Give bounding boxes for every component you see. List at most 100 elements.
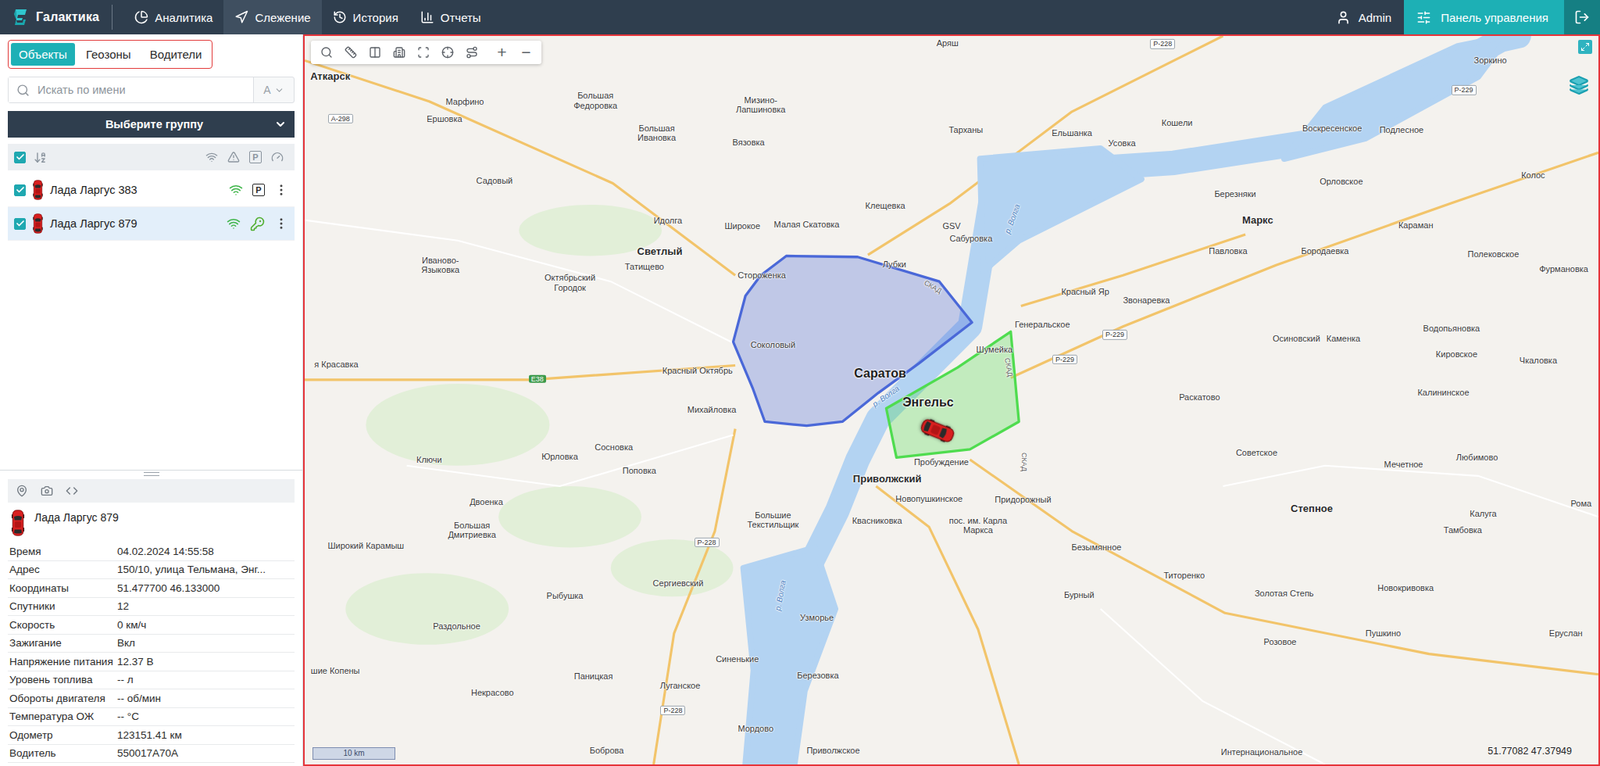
object-checkbox[interactable] xyxy=(14,184,26,197)
nav-item[interactable]: Слежение xyxy=(223,0,322,35)
map-label: Двоенка xyxy=(469,496,504,507)
info-label: Спутники xyxy=(7,600,118,612)
map-label: Идолга xyxy=(653,214,683,225)
map-label: Большие Текстильщик xyxy=(741,510,804,529)
map-label: Клещевка xyxy=(865,200,906,211)
control-panel-button[interactable]: Панель управления xyxy=(1403,0,1565,35)
signal-icon xyxy=(226,216,241,231)
object-status xyxy=(226,216,289,232)
map-label: Ершовка xyxy=(426,114,462,125)
map-label: Паницкая xyxy=(574,671,614,682)
info-value: -- °С xyxy=(117,710,295,722)
sidebar-tab[interactable]: Объекты xyxy=(10,42,75,66)
map-label: Р-228 xyxy=(660,704,686,715)
sort-select[interactable]: А xyxy=(253,77,294,103)
panel-splitter[interactable] xyxy=(0,469,303,479)
fullscreen-icon xyxy=(1580,42,1590,52)
map-label: Золотая Степь xyxy=(1254,588,1315,599)
info-value: 51.477700 46.133000 xyxy=(117,582,295,594)
object-row[interactable]: Лада Ларгус 383P xyxy=(7,173,295,208)
check-icon xyxy=(15,185,25,195)
code-icon[interactable] xyxy=(65,484,79,497)
select-all-checkbox[interactable] xyxy=(14,151,26,164)
map-label: СКАД xyxy=(1020,451,1029,471)
route-button[interactable] xyxy=(459,40,484,65)
map-label: Березовка xyxy=(796,670,839,681)
center-button[interactable] xyxy=(435,40,460,65)
logo-text: Галактика xyxy=(35,10,100,25)
info-value: 550017A70A xyxy=(117,746,295,759)
scale-bar: 10 km xyxy=(312,746,396,760)
map-label: Усовка xyxy=(1108,138,1136,149)
sidebar-tab[interactable]: Геозоны xyxy=(78,42,140,66)
geozone[interactable] xyxy=(885,331,1019,458)
map-label: СКАД xyxy=(922,278,943,295)
map-label: Широкое xyxy=(724,221,761,232)
map-label: р. Волга xyxy=(1003,203,1022,236)
group-select[interactable]: Выберите группу xyxy=(7,110,295,138)
user-menu[interactable]: Admin xyxy=(1323,0,1405,35)
search-icon xyxy=(320,46,333,59)
object-name: Лада Ларгус 879 xyxy=(50,217,220,230)
control-panel-label: Панель управления xyxy=(1440,10,1549,25)
zoom-out-button[interactable]: − xyxy=(514,40,539,65)
info-value: 04.02.2024 14:55:58 xyxy=(117,545,295,558)
more-icon[interactable] xyxy=(274,216,289,231)
sidebar: ОбъектыГеозоныВодителиАВыберите группуPЛ… xyxy=(0,34,304,766)
map-label: Малая Скатовка xyxy=(774,219,840,230)
search-field[interactable] xyxy=(8,77,254,103)
map-label: Звонаревка xyxy=(1122,294,1170,305)
map-label: Интернациональное xyxy=(1221,746,1304,758)
camera-icon[interactable] xyxy=(40,484,54,497)
location-icon[interactable] xyxy=(15,484,29,497)
search-input[interactable] xyxy=(35,82,246,97)
info-value: 123151.41 км xyxy=(117,728,295,741)
search-box: А xyxy=(7,76,295,104)
sidebar-tab[interactable]: Водители xyxy=(142,42,211,66)
ruler-button[interactable] xyxy=(338,40,363,65)
parking-icon[interactable]: P xyxy=(249,150,262,164)
sliders-icon xyxy=(1416,10,1432,25)
map-label: Новопушкинское xyxy=(895,492,963,504)
main: ОбъектыГеозоныВодителиАВыберите группуPЛ… xyxy=(0,34,1600,766)
nav-item[interactable]: История xyxy=(321,0,410,35)
buildings-button[interactable] xyxy=(386,40,411,65)
more-icon[interactable] xyxy=(274,182,289,197)
columns-button[interactable] xyxy=(362,40,387,65)
info-row: Время04.02.2024 14:55:58 xyxy=(7,542,295,561)
map-label: Р-228 xyxy=(1150,39,1175,49)
map-label: Энгельс xyxy=(902,394,954,409)
info-row: Уровень топлива-- л xyxy=(7,671,295,690)
map-label: Раздольное xyxy=(432,621,481,632)
sort-az-icon[interactable] xyxy=(33,150,47,165)
map-canvas[interactable] xyxy=(304,35,1599,765)
logo[interactable]: Галактика xyxy=(0,4,113,30)
ignition-key-icon xyxy=(250,216,265,232)
nav-item[interactable]: Отчеты xyxy=(409,0,493,35)
object-status: P xyxy=(228,182,289,197)
layers-icon xyxy=(1568,75,1590,96)
speed-icon[interactable] xyxy=(271,150,284,164)
alert-icon[interactable] xyxy=(227,150,240,164)
map-label: р. Волга xyxy=(871,383,902,409)
nav-label: История xyxy=(353,10,399,25)
zoom-in-button[interactable]: + xyxy=(489,40,515,65)
fullscreen-button[interactable] xyxy=(1578,39,1593,54)
map-label: Садовый xyxy=(476,175,514,186)
map-label: Рома xyxy=(1570,498,1592,509)
map-label: р. Волга xyxy=(773,579,788,612)
layers-button[interactable] xyxy=(1567,73,1591,97)
map-search-button[interactable] xyxy=(314,40,339,65)
object-checkbox[interactable] xyxy=(14,217,26,230)
map[interactable]: АткарскАряшР-228ЗоркиноР-229МарфиноБольш… xyxy=(303,34,1600,766)
map-label: Колос xyxy=(1521,170,1545,181)
object-row[interactable]: Лада Ларгус 879 xyxy=(7,207,295,241)
logout-button[interactable] xyxy=(1564,0,1600,35)
signal-icon[interactable] xyxy=(205,150,218,164)
info-label: Координаты xyxy=(7,582,118,594)
parking-icon: P xyxy=(252,183,265,197)
map-label: Марфино xyxy=(446,96,485,107)
frame-button[interactable] xyxy=(410,40,436,65)
map-label: Октябрьский Городок xyxy=(539,272,602,292)
nav-item[interactable]: Аналитика xyxy=(123,0,224,35)
